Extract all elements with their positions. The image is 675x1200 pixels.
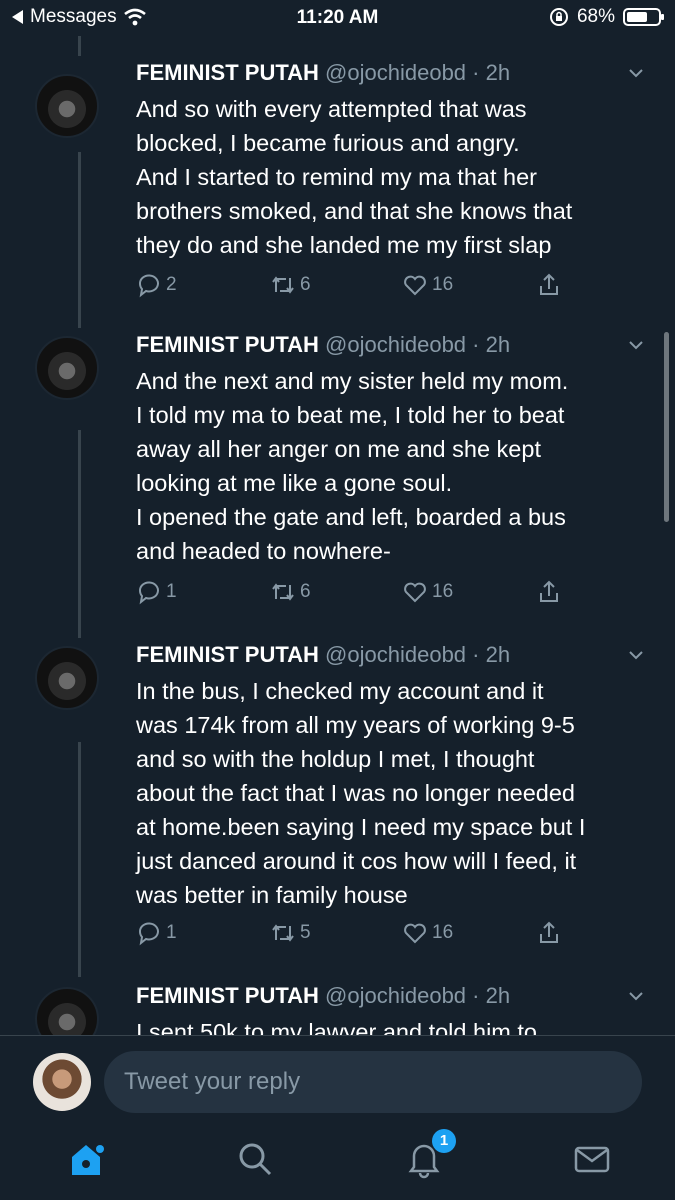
like-button[interactable]: 16: [402, 920, 453, 946]
share-button[interactable]: [536, 272, 562, 298]
reply-count: 2: [166, 274, 177, 295]
retweet-count: 5: [300, 922, 311, 943]
reply-count: 1: [166, 581, 177, 602]
retweet-icon: [272, 924, 294, 942]
like-count: 16: [432, 274, 454, 295]
reply-icon: [138, 274, 159, 298]
author-name[interactable]: FEMINIST PUTAH: [136, 332, 319, 357]
tweet-text: And so with every attempted that was blo…: [136, 96, 573, 258]
tweet-text: And the next and my sister held my mom. …: [136, 368, 569, 564]
reply-button[interactable]: 1: [136, 920, 177, 946]
tweet-actions: 2 6 16: [136, 272, 576, 302]
heart-icon: [404, 275, 426, 296]
search-icon: [239, 1143, 272, 1176]
chevron-down-icon[interactable]: [627, 64, 645, 82]
author-name[interactable]: FEMINIST PUTAH: [136, 642, 319, 667]
reply-button[interactable]: 1: [136, 579, 177, 605]
share-icon: [540, 273, 558, 295]
home-icon: [72, 1145, 104, 1175]
heart-icon: [404, 923, 426, 944]
tweet-text: I sent 50k to my lawyer and told him to: [136, 1019, 537, 1035]
retweet-count: 6: [300, 581, 311, 602]
status-bar: Messages 11:20 AM 68%: [0, 0, 675, 36]
avatar[interactable]: [35, 987, 99, 1035]
reply-bar: Tweet your reply: [0, 1035, 675, 1128]
reply-icon: [138, 922, 159, 946]
tab-bar: 1: [0, 1127, 675, 1200]
tweet[interactable]: FEMINIST PUTAH @ojochideobd · 2h In the …: [0, 642, 675, 962]
status-right: 68%: [549, 6, 664, 28]
author-handle: @ojochideobd · 2h: [325, 60, 511, 85]
like-button[interactable]: 16: [402, 272, 453, 298]
tweet-actions: 1 6 16: [136, 579, 576, 609]
tweet-header: FEMINIST PUTAH @ojochideobd · 2h: [136, 60, 510, 86]
tweet-text: In the bus, I checked my account and it …: [136, 678, 586, 908]
retweet-button[interactable]: 6: [270, 272, 311, 298]
reply-count: 1: [166, 922, 177, 943]
author-handle: @ojochideobd · 2h: [325, 983, 511, 1008]
author-handle: @ojochideobd · 2h: [325, 332, 511, 357]
reply-icon: [138, 581, 159, 605]
retweet-button[interactable]: 6: [270, 579, 311, 605]
avatar[interactable]: [35, 336, 99, 400]
tweet-header: FEMINIST PUTAH @ojochideobd · 2h: [136, 332, 510, 358]
like-count: 16: [432, 922, 454, 943]
heart-icon: [404, 582, 426, 603]
reply-button[interactable]: 2: [136, 272, 177, 298]
author-name[interactable]: FEMINIST PUTAH: [136, 983, 319, 1008]
tab-search[interactable]: [233, 1137, 277, 1181]
tweet[interactable]: FEMINIST PUTAH @ojochideobd · 2h And so …: [0, 60, 675, 310]
reply-input[interactable]: Tweet your reply: [104, 1051, 642, 1113]
tweet[interactable]: FEMINIST PUTAH @ojochideobd · 2h I sent …: [0, 983, 675, 1035]
like-count: 16: [432, 581, 454, 602]
retweet-count: 6: [300, 274, 311, 295]
share-button[interactable]: [536, 920, 562, 946]
notification-badge: 1: [432, 1129, 456, 1153]
tweet[interactable]: FEMINIST PUTAH @ojochideobd · 2h And the…: [0, 332, 675, 622]
tab-messages[interactable]: [570, 1137, 614, 1181]
tab-home[interactable]: [64, 1137, 108, 1181]
tweet-header: FEMINIST PUTAH @ojochideobd · 2h: [136, 983, 510, 1009]
tweet-actions: 1 5 16: [136, 920, 576, 950]
chevron-down-icon[interactable]: [627, 646, 645, 664]
retweet-icon: [272, 276, 294, 294]
chevron-down-icon[interactable]: [627, 987, 645, 1005]
avatar[interactable]: [35, 646, 99, 710]
share-button[interactable]: [536, 579, 562, 605]
retweet-icon: [272, 583, 294, 601]
battery-icon: [623, 8, 664, 26]
share-icon: [540, 580, 558, 602]
scrollbar[interactable]: [664, 332, 669, 522]
share-icon: [540, 921, 558, 943]
chevron-down-icon[interactable]: [627, 336, 645, 354]
retweet-button[interactable]: 5: [270, 920, 311, 946]
author-handle: @ojochideobd · 2h: [325, 642, 511, 667]
like-button[interactable]: 16: [402, 579, 453, 605]
user-avatar[interactable]: [33, 1053, 91, 1111]
orientation-lock-icon: [549, 8, 568, 26]
messages-icon: [574, 1146, 610, 1173]
tab-notifications[interactable]: 1: [402, 1129, 456, 1181]
avatar[interactable]: [35, 74, 99, 138]
thread-line: [78, 36, 81, 56]
battery-percent: 68%: [576, 6, 615, 27]
tweet-header: FEMINIST PUTAH @ojochideobd · 2h: [136, 642, 510, 668]
author-name[interactable]: FEMINIST PUTAH: [136, 60, 319, 85]
